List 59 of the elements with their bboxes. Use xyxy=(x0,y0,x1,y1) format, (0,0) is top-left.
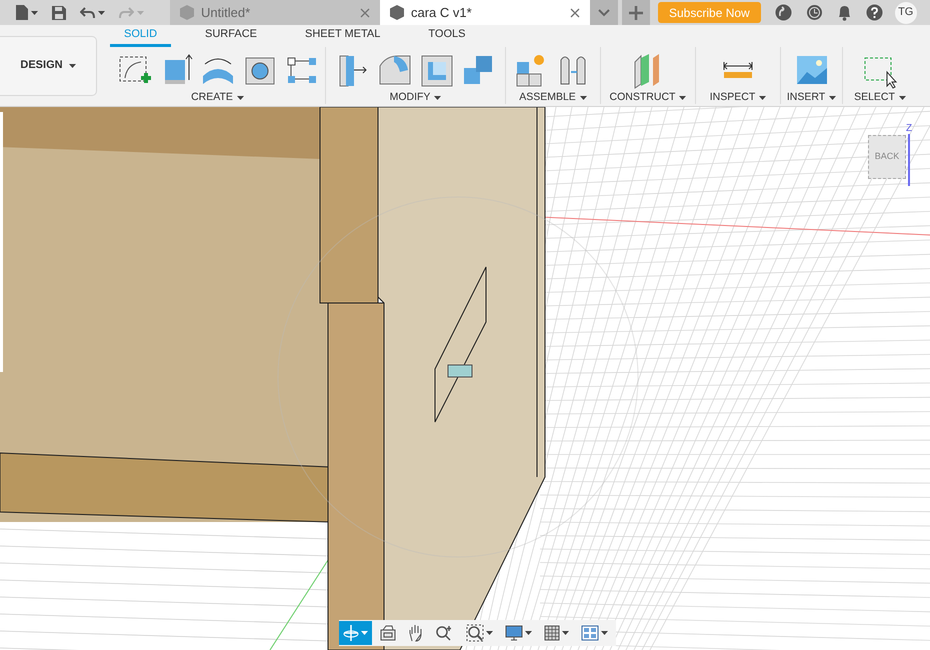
tab-title: Untitled* xyxy=(201,4,252,22)
close-icon[interactable] xyxy=(570,8,580,18)
ribbon-tab[interactable]: SURFACE xyxy=(191,25,271,47)
ribbon-group-menu[interactable]: ASSEMBLE xyxy=(519,91,587,104)
orbit-tool-button[interactable] xyxy=(339,621,372,645)
caret-icon xyxy=(98,10,105,14)
camera-icon xyxy=(380,625,396,641)
cube-icon xyxy=(180,5,194,20)
grid-icon xyxy=(544,625,560,641)
chevron-down-icon xyxy=(598,8,610,16)
extensions-icon[interactable] xyxy=(774,4,792,21)
ribbon-tab[interactable]: SHEET METAL xyxy=(290,25,394,47)
user-avatar[interactable]: TG xyxy=(894,2,917,24)
ribbon-group-menu[interactable]: INSPECT xyxy=(710,91,766,104)
help-icon[interactable] xyxy=(866,4,883,21)
ribbon-group-menu[interactable]: CONSTRUCT xyxy=(610,91,686,104)
caret-icon xyxy=(601,631,608,635)
clock-icon[interactable] xyxy=(806,4,823,21)
caret-icon xyxy=(236,96,244,100)
caret-icon xyxy=(759,96,766,100)
caret-icon xyxy=(898,96,906,100)
caret-icon xyxy=(31,10,38,14)
caret-icon xyxy=(580,96,587,100)
plus-icon xyxy=(629,6,643,20)
z-axis-line xyxy=(908,134,910,186)
bell-icon[interactable] xyxy=(836,4,852,21)
file-icon[interactable] xyxy=(16,5,28,20)
ribbon-group-menu[interactable]: CREATE xyxy=(191,91,244,104)
orbit-icon xyxy=(343,624,359,642)
ribbon-group-menu[interactable]: INSERT xyxy=(786,91,836,104)
viewports-icon xyxy=(581,625,599,641)
caret-icon xyxy=(679,96,686,100)
zoom-icon xyxy=(436,625,454,641)
caret-icon xyxy=(525,631,532,635)
save-icon[interactable] xyxy=(52,6,66,20)
tab-title: cara C v1* xyxy=(411,4,473,22)
caret-icon xyxy=(68,64,76,68)
document-tab[interactable]: cara C v1* xyxy=(380,0,590,25)
ribbon-group-menu[interactable]: SELECT xyxy=(854,91,906,104)
caret-icon xyxy=(486,631,493,635)
monitor-icon xyxy=(505,625,523,641)
axis-label: Z xyxy=(906,122,912,136)
ribbon-tab[interactable]: TOOLS xyxy=(414,25,480,47)
caret-icon xyxy=(137,10,144,14)
cube-icon xyxy=(390,5,404,20)
close-icon[interactable] xyxy=(360,8,370,18)
undo-icon[interactable] xyxy=(80,6,95,18)
caret-icon xyxy=(829,96,836,100)
zoom-window-icon xyxy=(466,624,484,642)
3d-viewport[interactable]: BACK Z xyxy=(0,107,930,650)
caret-icon xyxy=(434,96,442,100)
caret-icon xyxy=(361,631,368,635)
new-tab-button[interactable] xyxy=(622,0,650,25)
tab-list-button[interactable] xyxy=(590,0,618,25)
ribbon-group-menu[interactable]: MODIFY xyxy=(390,91,442,104)
view-cube-face-label: BACK xyxy=(874,150,900,164)
workspace-dropdown[interactable]: DESIGN xyxy=(0,36,97,96)
hand-icon xyxy=(408,624,424,642)
caret-icon xyxy=(562,631,569,635)
